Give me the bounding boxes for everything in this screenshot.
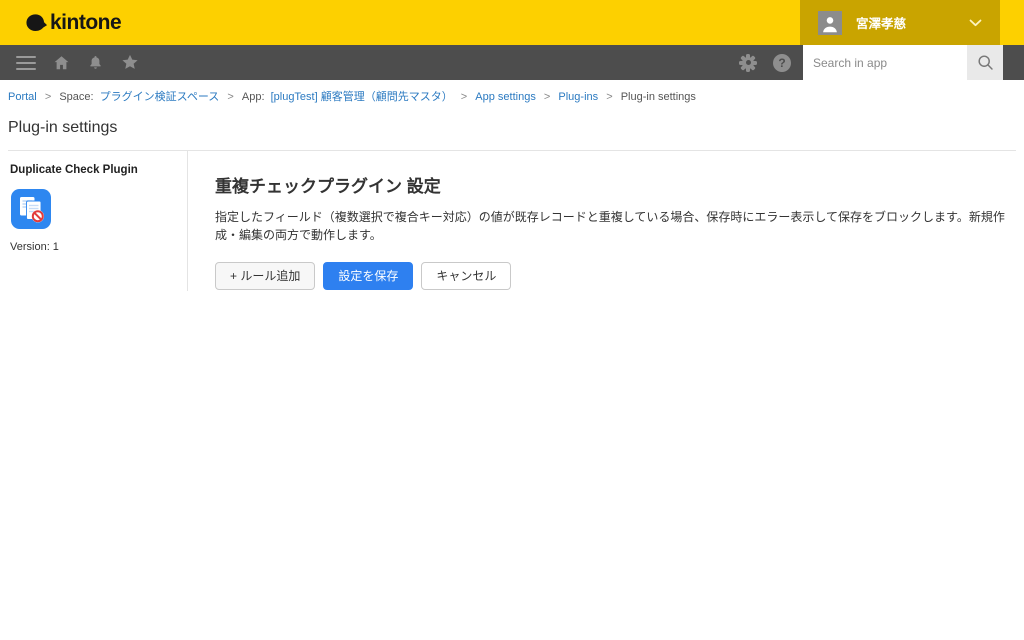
breadcrumb-app-link[interactable]: [plugTest] 顧客管理（顧問先マスタ） xyxy=(271,91,453,103)
content-area: Duplicate Check Plugin Version: 1 重複チェック… xyxy=(0,151,1024,291)
breadcrumb-space-link[interactable]: プラグイン検証スペース xyxy=(100,91,220,103)
hamburger-icon xyxy=(16,56,36,70)
home-button[interactable] xyxy=(44,45,79,80)
plugin-icon xyxy=(11,189,51,229)
help-button[interactable]: ? xyxy=(765,45,799,80)
breadcrumb-current: Plug-in settings xyxy=(621,91,696,103)
breadcrumb-app-prefix: App: xyxy=(242,91,265,103)
search-icon xyxy=(976,53,995,72)
breadcrumb: Portal > Space: プラグイン検証スペース > App: [plug… xyxy=(0,80,1024,110)
user-name: 宮澤孝慈 xyxy=(856,13,906,32)
breadcrumb-separator: > xyxy=(461,91,467,103)
page-title: Plug-in settings xyxy=(0,110,1024,150)
plugin-name: Duplicate Check Plugin xyxy=(10,164,177,176)
settings-description: 指定したフィールド（複数選択で複合キー対応）の値が既存レコードと重複している場合… xyxy=(215,208,1016,244)
user-menu[interactable]: 宮澤孝慈 xyxy=(800,0,1000,45)
notifications-button[interactable] xyxy=(79,45,112,80)
kintone-logo-icon xyxy=(25,13,48,33)
breadcrumb-separator: > xyxy=(227,91,233,103)
breadcrumb-portal-link[interactable]: Portal xyxy=(8,91,37,103)
breadcrumb-app-settings-link[interactable]: App settings xyxy=(475,91,536,103)
settings-button-row: + ルール追加 設定を保存 キャンセル xyxy=(215,262,1016,290)
plugin-sidebar: Duplicate Check Plugin Version: 1 xyxy=(8,151,188,291)
search-box xyxy=(803,45,967,80)
star-icon xyxy=(120,53,140,72)
breadcrumb-space-prefix: Space: xyxy=(59,91,93,103)
search-input[interactable] xyxy=(803,45,967,80)
save-settings-button[interactable]: 設定を保存 xyxy=(323,262,413,290)
gear-icon xyxy=(739,54,757,72)
navbar-left-icons xyxy=(0,45,148,80)
breadcrumb-plugins-link[interactable]: Plug-ins xyxy=(558,91,598,103)
app-header: kintone 宮澤孝慈 xyxy=(0,0,1024,45)
home-icon xyxy=(52,54,71,72)
search-button[interactable] xyxy=(967,45,1003,80)
plugin-version: Version: 1 xyxy=(10,241,177,253)
main-navbar: ? xyxy=(0,45,1024,80)
favorites-button[interactable] xyxy=(112,45,148,80)
person-icon xyxy=(819,13,841,35)
settings-button[interactable] xyxy=(731,45,765,80)
cancel-button[interactable]: キャンセル xyxy=(421,262,511,290)
breadcrumb-separator: > xyxy=(45,91,51,103)
help-icon: ? xyxy=(773,54,791,72)
plugin-settings-main: 重複チェックプラグイン 設定 指定したフィールド（複数選択で複合キー対応）の値が… xyxy=(188,151,1016,290)
kintone-logo[interactable]: kintone xyxy=(25,11,121,35)
user-avatar xyxy=(818,11,842,35)
bell-icon xyxy=(87,54,104,72)
kintone-logo-text: kintone xyxy=(50,11,121,35)
menu-button[interactable] xyxy=(8,45,44,80)
breadcrumb-separator: > xyxy=(606,91,612,103)
settings-heading: 重複チェックプラグイン 設定 xyxy=(215,172,1016,197)
breadcrumb-separator: > xyxy=(544,91,550,103)
chevron-down-icon xyxy=(969,19,982,27)
add-rule-button[interactable]: + ルール追加 xyxy=(215,262,315,290)
